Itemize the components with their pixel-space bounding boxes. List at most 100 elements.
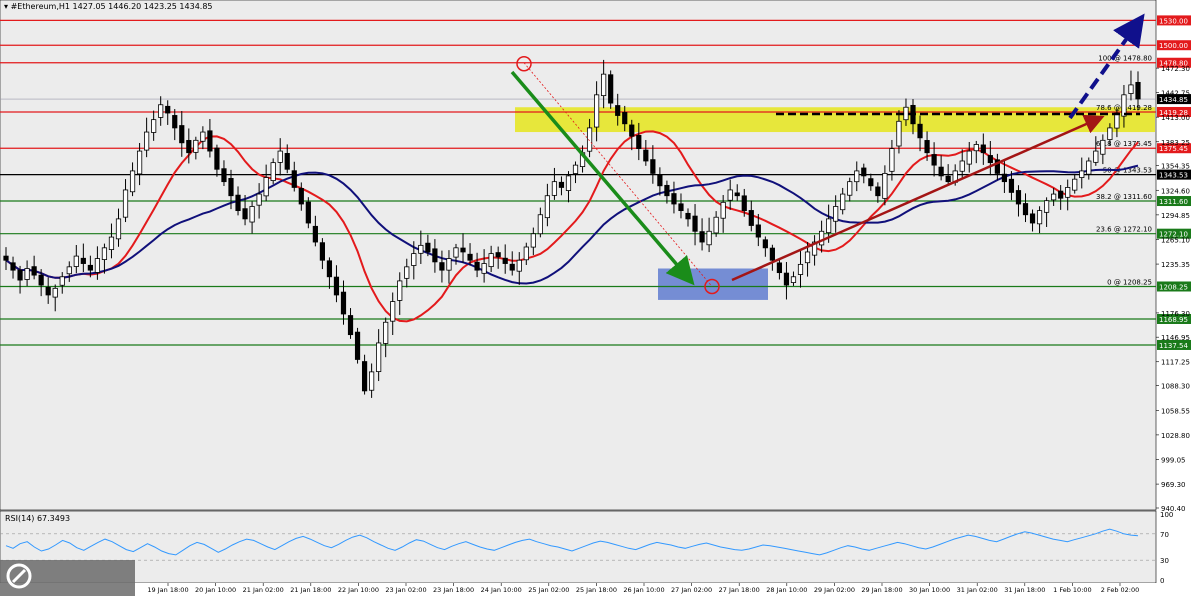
candle-body: [488, 253, 494, 268]
candle-body: [769, 247, 775, 261]
candle-body: [73, 255, 79, 267]
candle-body: [291, 170, 297, 188]
candle-body: [17, 269, 23, 281]
candle-body: [1100, 139, 1106, 155]
candle-body: [256, 193, 262, 206]
candle-body: [572, 164, 579, 174]
candle-body: [397, 280, 403, 301]
candle-body: [608, 74, 614, 104]
candle-body: [586, 127, 593, 152]
candle-body: [523, 246, 529, 261]
candle-body: [797, 263, 804, 275]
candle-body: [530, 233, 536, 248]
candle-body: [875, 186, 881, 197]
candle-body: [615, 105, 621, 116]
candle-body: [629, 124, 635, 137]
candle-body: [741, 195, 747, 212]
candle-body: [52, 287, 58, 298]
price-tick-label: 1413.00: [1161, 114, 1190, 122]
candle-body: [1022, 203, 1029, 216]
rsi-axis-label: 30: [1160, 557, 1169, 565]
rsi-panel: [0, 510, 1157, 584]
rsi-axis-label: 100: [1160, 511, 1173, 519]
candle-body: [10, 262, 16, 271]
candle-body: [319, 242, 325, 261]
candle-body: [312, 225, 318, 243]
candle-body: [474, 261, 480, 271]
candle-body: [650, 159, 656, 174]
candle-body: [706, 230, 712, 246]
candle-body: [460, 247, 466, 253]
time-tick-label: 31 Jan 02:00: [957, 586, 998, 594]
candle-body: [1051, 193, 1057, 201]
price-tick-label: 969.30: [1161, 481, 1186, 489]
time-tick-label: 23 Jan 18:00: [433, 586, 474, 594]
candle-body: [854, 170, 860, 183]
candle-body: [270, 162, 276, 181]
candle-body: [305, 201, 311, 224]
candle-body: [537, 214, 543, 235]
candle-body: [235, 194, 241, 212]
candle-body: [558, 181, 565, 188]
candle-body: [509, 263, 515, 271]
candle-body: [186, 140, 192, 154]
fib-level-label: 23.6 @ 1272.10: [1096, 226, 1152, 234]
candle-body: [1114, 112, 1120, 129]
candle-body: [425, 242, 431, 253]
candle-body: [136, 150, 143, 175]
candle-body: [432, 248, 438, 263]
candle-body: [671, 193, 677, 205]
candle-body: [108, 236, 115, 250]
time-tick-label: 27 Jan 18:00: [719, 586, 760, 594]
brand-logo: [6, 563, 34, 589]
candle-body: [439, 262, 445, 271]
candle-body: [326, 260, 333, 278]
candle-body: [122, 189, 129, 218]
candle-body: [446, 258, 452, 271]
candle-body: [748, 210, 754, 226]
candle-body: [601, 73, 607, 97]
candle-body: [31, 266, 37, 276]
candle-body: [1001, 173, 1008, 183]
candle-body: [66, 266, 72, 275]
candle-body: [221, 168, 227, 183]
price-tick-label: 999.05: [1161, 456, 1186, 464]
candle-body: [38, 274, 44, 286]
candle-body: [1058, 190, 1064, 199]
candle-body: [1015, 190, 1022, 205]
candle-body: [720, 201, 726, 219]
candle-body: [931, 154, 937, 166]
candle-body: [594, 94, 600, 128]
candle-body: [369, 371, 375, 391]
candle-body: [115, 218, 122, 240]
level-price-label: 1530.00: [1159, 17, 1188, 25]
price-tick-label: 1146.95: [1161, 334, 1190, 342]
candle-body: [551, 181, 558, 196]
candle-body: [783, 272, 790, 286]
candle-body: [945, 175, 951, 183]
time-tick-label: 23 Jan 02:00: [385, 586, 426, 594]
candle-body: [516, 259, 522, 272]
candle-body: [657, 174, 663, 187]
level-price-label: 1500.00: [1159, 42, 1188, 50]
candle-body: [755, 224, 761, 238]
candle-body: [467, 253, 473, 261]
candle-body: [340, 291, 347, 315]
candle-body: [692, 215, 698, 232]
time-tick-label: 25 Jan 18:00: [576, 586, 617, 594]
candle-body: [277, 150, 283, 163]
price-tick-label: 1176.30: [1161, 310, 1190, 318]
candle-body: [94, 258, 101, 273]
dropdown-triangle-icon[interactable]: ▾: [4, 2, 8, 11]
candle-body: [45, 286, 51, 296]
candle-body: [713, 216, 719, 234]
candle-body: [973, 144, 979, 152]
time-tick-label: 21 Jan 18:00: [290, 586, 331, 594]
candle-body: [889, 148, 895, 172]
price-tick-label: 1028.80: [1161, 432, 1190, 440]
chart-area: 1530.00 1500.00 1478.80 100 @ 1478.80 1419.2…: [0, 0, 1192, 596]
candle-body: [1029, 213, 1036, 224]
ohlc-values: 1427.05 1446.20 1423.25 1434.85: [72, 2, 213, 11]
candle-body: [861, 167, 867, 177]
time-tick-label: 21 Jan 02:00: [243, 586, 284, 594]
